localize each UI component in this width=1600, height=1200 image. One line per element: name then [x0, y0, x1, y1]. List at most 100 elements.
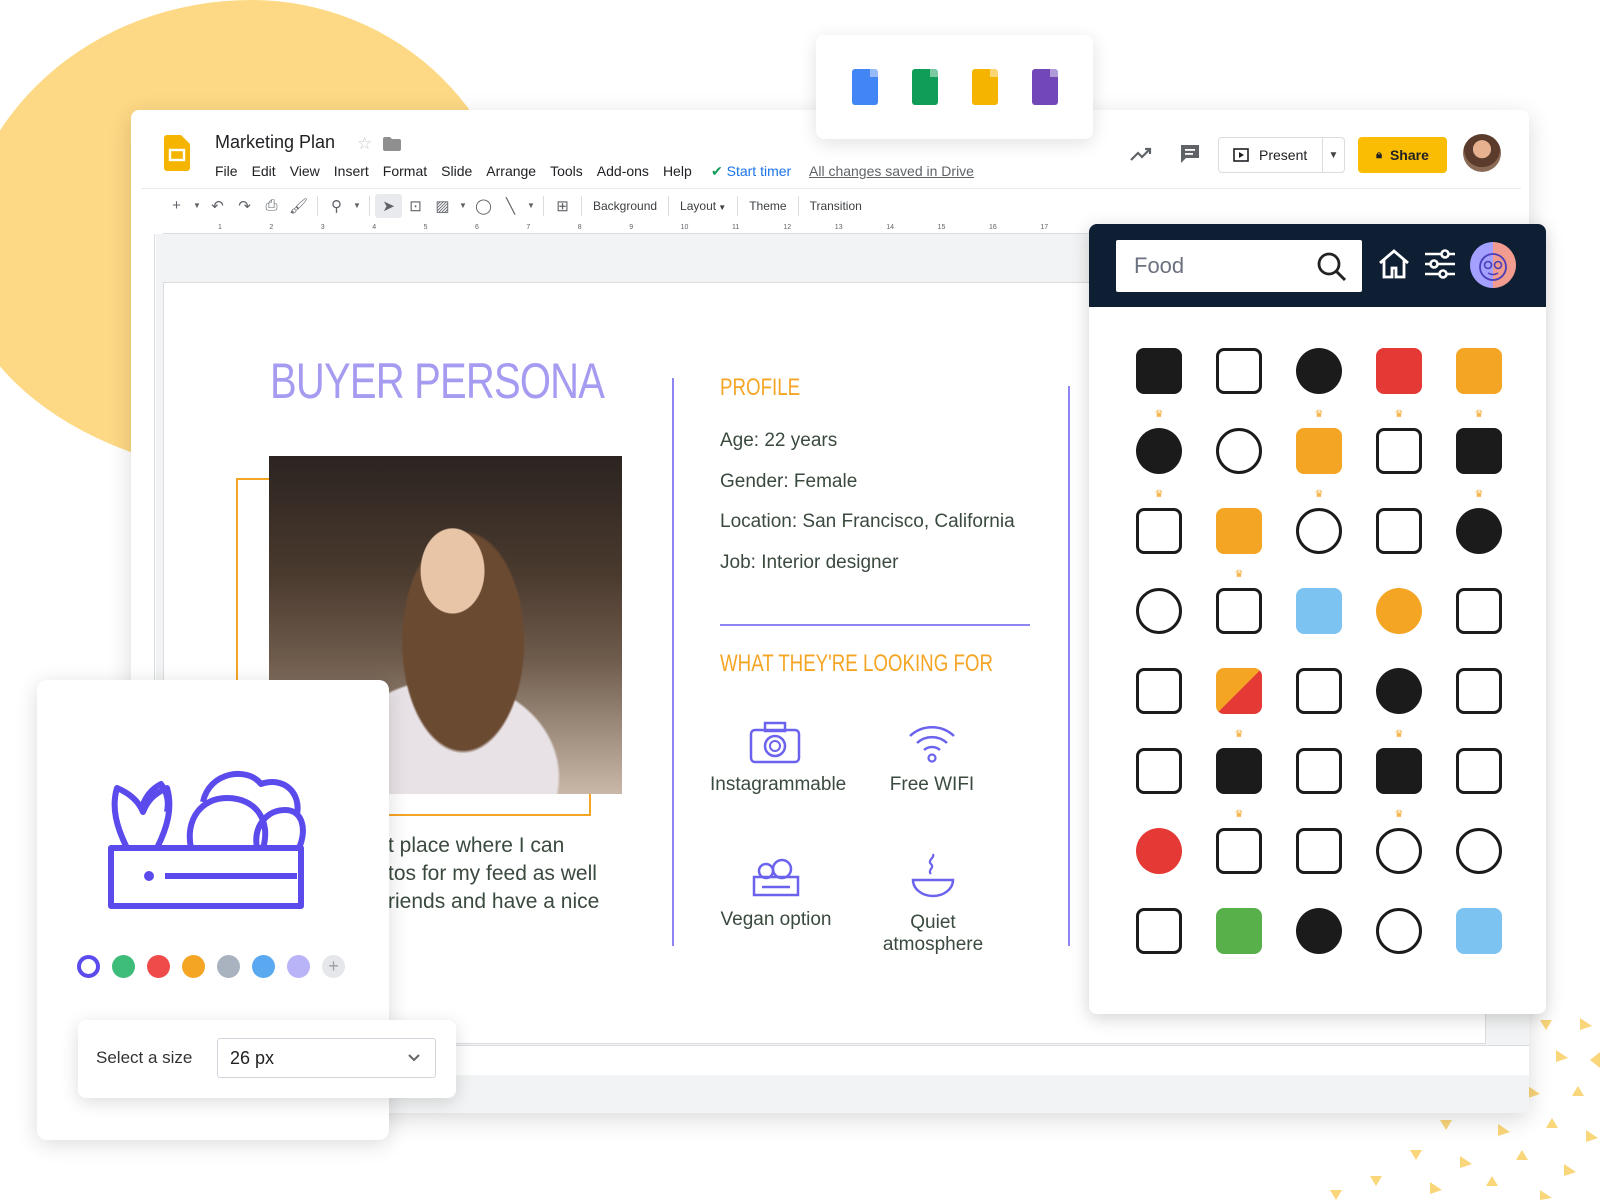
- layout-button[interactable]: Layout ▼: [674, 199, 732, 213]
- icon-result[interactable]: [1439, 742, 1519, 822]
- icon-result[interactable]: ♛: [1119, 342, 1199, 422]
- icon-result[interactable]: ♛: [1199, 742, 1279, 822]
- slide-body-text[interactable]: t place where I can tos for my feed as w…: [388, 832, 599, 916]
- icon-result[interactable]: ♛: [1279, 342, 1359, 422]
- icon-result[interactable]: [1279, 822, 1359, 902]
- present-main[interactable]: Present: [1219, 147, 1322, 163]
- filter-sliders-icon[interactable]: [1423, 248, 1457, 280]
- feature-vegan-option[interactable]: Vegan option: [712, 855, 840, 931]
- color-swatch[interactable]: [217, 955, 240, 978]
- icon-result[interactable]: [1279, 662, 1359, 742]
- line-dropdown-icon[interactable]: ▼: [524, 194, 538, 218]
- icon-result[interactable]: [1439, 822, 1519, 902]
- looking-for-heading[interactable]: WHAT THEY'RE LOOKING FOR: [720, 650, 993, 678]
- icon-result[interactable]: [1119, 742, 1199, 822]
- activity-trend-icon[interactable]: [1129, 144, 1153, 164]
- icon-result[interactable]: [1119, 582, 1199, 662]
- feature-instagrammable[interactable]: Instagrammable: [710, 720, 846, 796]
- menu-format[interactable]: Format: [383, 163, 427, 179]
- icon-result[interactable]: [1279, 902, 1359, 982]
- slides-logo-icon[interactable]: [164, 135, 190, 171]
- icon-result[interactable]: [1359, 422, 1439, 502]
- folder-icon[interactable]: [383, 137, 401, 151]
- icon-result[interactable]: ♛: [1199, 502, 1279, 582]
- start-timer-link[interactable]: ✔ Start timer: [711, 163, 791, 180]
- image-dropdown-icon[interactable]: ▼: [456, 194, 470, 218]
- shape-icon[interactable]: ◯: [470, 194, 497, 218]
- icon-result[interactable]: ♛: [1439, 342, 1519, 422]
- text-box-icon[interactable]: ⊡: [402, 194, 429, 218]
- present-button[interactable]: Present ▼: [1218, 137, 1345, 173]
- zoom-icon[interactable]: ⚲: [323, 194, 350, 218]
- image-icon[interactable]: ▨: [429, 194, 456, 218]
- menu-addons[interactable]: Add-ons: [597, 163, 649, 179]
- saved-status[interactable]: All changes saved in Drive: [809, 163, 974, 179]
- color-swatch[interactable]: [77, 955, 100, 978]
- icon-result[interactable]: [1439, 502, 1519, 582]
- menu-edit[interactable]: Edit: [252, 163, 276, 179]
- feature-free-wifi[interactable]: Free WIFI: [880, 720, 984, 796]
- icon-result[interactable]: [1359, 822, 1439, 902]
- user-avatar[interactable]: [1463, 134, 1501, 172]
- color-swatch[interactable]: [287, 955, 310, 978]
- icon-result[interactable]: [1279, 742, 1359, 822]
- icon-result[interactable]: [1199, 902, 1279, 982]
- color-swatch[interactable]: [112, 955, 135, 978]
- menu-view[interactable]: View: [290, 163, 320, 179]
- profile-gender[interactable]: Gender: Female: [720, 471, 857, 493]
- menu-arrange[interactable]: Arrange: [486, 163, 536, 179]
- icon-result[interactable]: [1119, 902, 1199, 982]
- icon-result[interactable]: [1439, 662, 1519, 742]
- icon-result[interactable]: ♛: [1279, 422, 1359, 502]
- background-button[interactable]: Background: [587, 199, 663, 213]
- menu-help[interactable]: Help: [663, 163, 692, 179]
- print-icon[interactable]: ⎙: [258, 194, 285, 218]
- zoom-dropdown-icon[interactable]: ▼: [350, 194, 364, 218]
- present-dropdown-icon[interactable]: ▼: [1322, 138, 1344, 172]
- color-swatch[interactable]: [147, 955, 170, 978]
- new-slide-dropdown-icon[interactable]: ▼: [190, 194, 204, 218]
- icon-result[interactable]: [1279, 502, 1359, 582]
- icon-result[interactable]: [1199, 822, 1279, 902]
- color-swatch[interactable]: [182, 955, 205, 978]
- icon-result[interactable]: [1199, 342, 1279, 422]
- profile-location[interactable]: Location: San Francisco, California: [720, 511, 1015, 533]
- icon-result[interactable]: ♛: [1359, 662, 1439, 742]
- star-icon[interactable]: ☆: [357, 134, 372, 154]
- icon-result[interactable]: [1119, 662, 1199, 742]
- forms-icon[interactable]: [1031, 69, 1058, 105]
- feature-quiet-atmosphere[interactable]: Quiet atmosphere: [860, 852, 1006, 956]
- menu-tools[interactable]: Tools: [550, 163, 583, 179]
- home-icon[interactable]: [1377, 248, 1411, 280]
- select-cursor-icon[interactable]: ➤: [375, 193, 402, 218]
- icon-result[interactable]: [1439, 582, 1519, 662]
- profile-job[interactable]: Job: Interior designer: [720, 552, 899, 574]
- line-icon[interactable]: ╲: [497, 194, 524, 218]
- icon-result[interactable]: ♛: [1199, 662, 1279, 742]
- search-input[interactable]: [1116, 240, 1306, 292]
- panel-user-avatar[interactable]: [1470, 242, 1516, 288]
- profile-heading[interactable]: PROFILE: [720, 374, 800, 402]
- undo-icon[interactable]: ↶: [204, 194, 231, 218]
- theme-button[interactable]: Theme: [743, 199, 792, 213]
- icon-result[interactable]: [1359, 582, 1439, 662]
- icon-result[interactable]: [1279, 582, 1359, 662]
- search-icon[interactable]: [1316, 251, 1348, 283]
- redo-icon[interactable]: ↷: [231, 194, 258, 218]
- icon-result[interactable]: [1199, 582, 1279, 662]
- size-select[interactable]: 26 px: [217, 1038, 436, 1078]
- menu-insert[interactable]: Insert: [334, 163, 369, 179]
- color-swatch[interactable]: [252, 955, 275, 978]
- slides-icon[interactable]: [971, 69, 998, 105]
- icon-result[interactable]: [1119, 502, 1199, 582]
- new-slide-icon[interactable]: +: [163, 194, 190, 218]
- icon-result[interactable]: ♛: [1119, 422, 1199, 502]
- menu-file[interactable]: File: [215, 163, 238, 179]
- icon-result[interactable]: [1199, 422, 1279, 502]
- icon-result[interactable]: [1439, 902, 1519, 982]
- docs-icon[interactable]: [851, 69, 878, 105]
- share-button[interactable]: 🔒︎ Share: [1358, 137, 1447, 173]
- menu-slide[interactable]: Slide: [441, 163, 472, 179]
- doc-title[interactable]: Marketing Plan: [215, 132, 335, 153]
- icon-result[interactable]: ♛: [1359, 342, 1439, 422]
